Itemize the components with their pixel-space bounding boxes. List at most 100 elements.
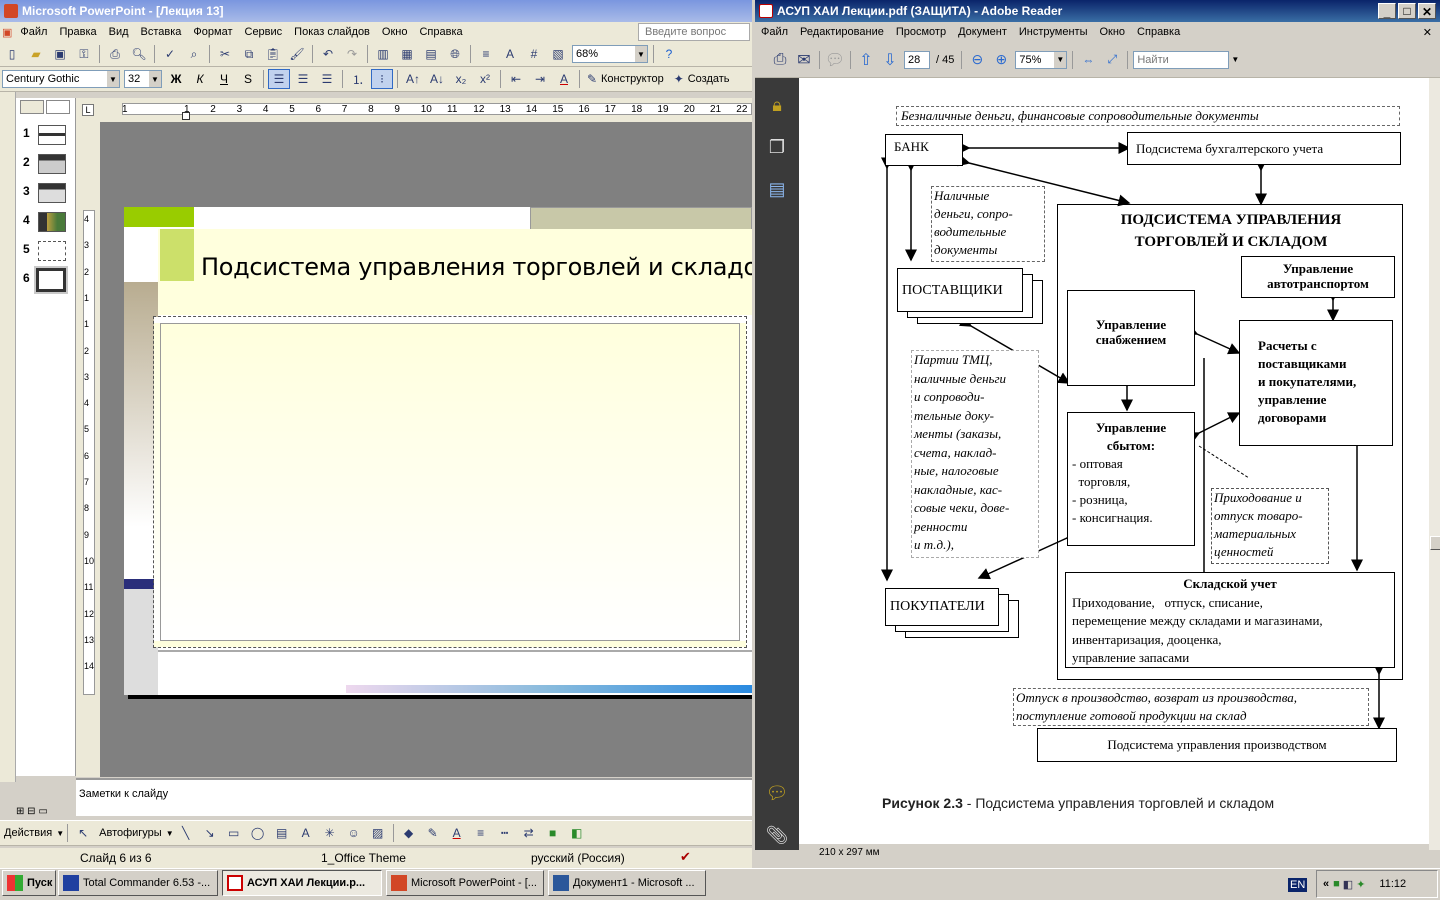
increase-indent-icon[interactable]: ⇥ xyxy=(529,69,551,89)
find-dropdown-icon[interactable]: ▼ xyxy=(1231,55,1239,64)
actions-menu[interactable]: Действия xyxy=(0,827,56,839)
slide-title[interactable]: Подсистема управления торговлей и складо… xyxy=(201,253,776,281)
ask-question-input[interactable]: Введите вопрос xyxy=(638,23,750,41)
help-icon[interactable]: ? xyxy=(658,44,680,64)
fit-width-icon[interactable]: ⇔ xyxy=(1077,50,1099,70)
zoom-in-icon[interactable]: ⊕ xyxy=(990,50,1012,70)
pp-menu-file[interactable]: Файл xyxy=(14,26,53,38)
start-button[interactable]: Пуск xyxy=(2,870,56,896)
previous-page-icon[interactable]: ⇧ xyxy=(855,50,877,70)
font-size-select[interactable]: 32 ▼ xyxy=(124,70,162,88)
view-buttons[interactable]: ⊞ ⊟ ▭ xyxy=(16,806,74,820)
minimize-button[interactable]: _ xyxy=(1378,3,1396,19)
tables-borders-icon[interactable]: ▤ xyxy=(420,44,442,64)
shadow-icon[interactable]: S xyxy=(237,69,259,89)
spellcheck-icon[interactable]: ✔ xyxy=(680,849,691,865)
taskbar-item-adobe-reader[interactable]: АСУП ХАИ Лекции.p... xyxy=(222,870,382,896)
taskbar-item-total-commander[interactable]: Total Commander 6.53 -... xyxy=(58,870,218,896)
rectangle-icon[interactable]: ▭ xyxy=(223,823,245,843)
print-icon[interactable]: ⎙ xyxy=(104,44,126,64)
ar-comment-icon[interactable]: 💬︎ xyxy=(824,50,846,70)
show-formatting-icon[interactable]: A xyxy=(499,44,521,64)
notes-pane[interactable]: Заметки к слайду xyxy=(76,778,752,816)
slide-content-placeholder[interactable] xyxy=(153,316,747,648)
line-icon[interactable]: ╲ xyxy=(175,823,197,843)
expand-all-icon[interactable]: ≡ xyxy=(475,44,497,64)
3d-style-icon[interactable]: ◧ xyxy=(566,823,588,843)
ar-doc-close-icon[interactable]: ✕ xyxy=(1417,26,1440,39)
scroll-thumb[interactable] xyxy=(1430,536,1440,550)
ar-menu-window[interactable]: Окно xyxy=(1093,26,1131,38)
lang-indicator[interactable]: EN xyxy=(1288,878,1308,892)
select-arrow-icon[interactable]: ↖ xyxy=(72,823,94,843)
network-icon[interactable]: ■ xyxy=(1333,878,1340,890)
antivirus-icon[interactable]: ✦ xyxy=(1356,878,1365,891)
color-grayscale-icon[interactable]: ▧ xyxy=(547,44,569,64)
pages-icon[interactable]: ❐ xyxy=(762,132,792,162)
line-color-icon[interactable]: ✎ xyxy=(422,823,444,843)
taskbar-item-powerpoint[interactable]: Microsoft PowerPoint - [... xyxy=(386,870,544,896)
spelling-icon[interactable]: ✓ xyxy=(159,44,181,64)
decrease-font-icon[interactable]: A↓ xyxy=(426,69,448,89)
research-icon[interactable]: ⌕ xyxy=(183,44,205,64)
grid-icon[interactable]: # xyxy=(523,44,545,64)
arrow-icon[interactable]: ↘ xyxy=(199,823,221,843)
align-center-icon[interactable]: ☰ xyxy=(292,69,314,89)
ruler-tab-icon[interactable]: L xyxy=(82,104,94,116)
increase-font-icon[interactable]: A↑ xyxy=(402,69,424,89)
designer-icon[interactable]: ✎ xyxy=(584,69,600,89)
clipart-icon[interactable]: ☺ xyxy=(343,823,365,843)
font-color-icon[interactable]: A xyxy=(446,823,468,843)
ar-menu-document[interactable]: Документ xyxy=(952,26,1013,38)
pp-menu-format[interactable]: Формат xyxy=(187,26,238,38)
new-slide-icon[interactable]: ✦ xyxy=(671,69,687,89)
italic-icon[interactable]: К xyxy=(189,69,211,89)
pp-title-bar[interactable]: Microsoft PowerPoint - [Лекция 13] xyxy=(0,0,752,22)
indent-marker[interactable] xyxy=(182,112,190,120)
fit-page-icon[interactable]: ⤢ xyxy=(1101,50,1123,70)
taskbar-item-word[interactable]: Документ1 - Microsoft ... xyxy=(548,870,706,896)
paste-icon[interactable]: 📋︎ xyxy=(262,44,284,64)
pp-menu-slideshow[interactable]: Показ слайдов xyxy=(288,26,376,38)
permission-icon[interactable]: ⚿ xyxy=(73,44,95,64)
attachments-icon[interactable]: 📎︎ xyxy=(762,820,792,850)
subscript-icon[interactable]: x₂ xyxy=(450,69,472,89)
align-left-icon[interactable]: ☰ xyxy=(268,69,290,89)
slide-thumbnail-5[interactable] xyxy=(38,241,66,261)
ar-menu-tools[interactable]: Инструменты xyxy=(1013,26,1094,38)
table-icon[interactable]: ▦ xyxy=(396,44,418,64)
bookmarks-icon[interactable]: ▤ xyxy=(762,174,792,204)
ar-zoom-select[interactable]: 75% ▼ xyxy=(1015,50,1068,69)
underline-icon[interactable]: Ч xyxy=(213,69,235,89)
hyperlink-icon[interactable]: 🌐︎ xyxy=(444,44,466,64)
ar-menu-help[interactable]: Справка xyxy=(1131,26,1186,38)
create-slide-button[interactable]: Создать xyxy=(688,73,730,85)
preview-icon[interactable]: 🔍︎ xyxy=(128,44,150,64)
autoshapes-menu[interactable]: Автофигуры xyxy=(95,827,166,839)
ar-vertical-scrollbar[interactable] xyxy=(1429,78,1440,850)
fill-color-icon[interactable]: ◆ xyxy=(398,823,420,843)
shadow-style-icon[interactable]: ■ xyxy=(542,823,564,843)
chart-icon[interactable]: ▥ xyxy=(372,44,394,64)
zoom-out-icon[interactable]: ⊖ xyxy=(966,50,988,70)
bullets-icon[interactable]: ⁝ xyxy=(371,69,393,89)
tray-expand-icon[interactable]: « xyxy=(1323,878,1329,890)
find-input[interactable]: Найти xyxy=(1133,50,1230,69)
bold-icon[interactable]: Ж xyxy=(165,69,187,89)
slide-thumbnail-2[interactable] xyxy=(38,154,66,174)
slide-thumbnail-6[interactable] xyxy=(34,266,68,294)
ar-title-bar[interactable]: АСУП ХАИ Лекции.pdf (ЗАЩИТА) - Adobe Rea… xyxy=(755,0,1440,22)
pp-menu-tools[interactable]: Сервис xyxy=(239,26,289,38)
arrow-style-icon[interactable]: ⇄ xyxy=(518,823,540,843)
ar-email-icon[interactable]: ✉ xyxy=(793,50,815,70)
font-select[interactable]: Century Gothic ▼ xyxy=(2,70,120,88)
copy-icon[interactable]: ⧉ xyxy=(238,44,260,64)
save-icon[interactable]: ▣ xyxy=(49,44,71,64)
close-button[interactable]: ✕ xyxy=(1418,3,1436,19)
pp-menu-view[interactable]: Вид xyxy=(103,26,135,38)
pp-menu-edit[interactable]: Правка xyxy=(53,26,102,38)
line-style-icon[interactable]: ≡ xyxy=(470,823,492,843)
slide-thumbnail-1[interactable] xyxy=(38,125,66,145)
outline-tab[interactable] xyxy=(20,100,44,114)
new-icon[interactable]: ▯ xyxy=(1,44,23,64)
